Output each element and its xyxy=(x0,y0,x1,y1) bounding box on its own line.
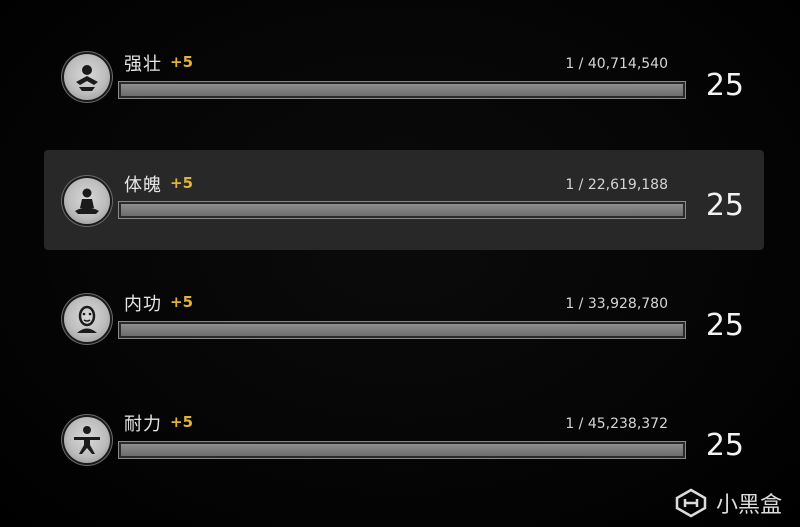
physique-meditation-icon xyxy=(64,178,110,224)
stat-progress-text: 1 / 45,238,372 xyxy=(565,416,668,432)
xiaoheihe-logo-icon xyxy=(675,488,707,518)
stat-name: 体魄 xyxy=(124,175,162,196)
stat-row-inner-power[interactable]: 内功 +5 1 / 33,928,780 25 xyxy=(44,270,764,370)
endurance-stance-icon xyxy=(64,417,110,463)
stat-row-physique[interactable]: 体魄 +5 1 / 22,619,188 25 xyxy=(44,150,764,250)
stat-name: 内功 xyxy=(124,294,162,315)
stat-bonus: +5 xyxy=(170,413,194,431)
stat-bonus: +5 xyxy=(170,293,194,311)
stat-row-endurance[interactable]: 耐力 +5 1 / 45,238,372 25 xyxy=(44,390,764,490)
stat-progress-bar xyxy=(118,321,686,339)
stat-level: 25 xyxy=(705,428,744,463)
stat-bonus: +5 xyxy=(170,53,194,71)
inner-power-face-icon xyxy=(64,296,110,342)
stat-progress-fill xyxy=(121,84,683,96)
watermark-text: 小黑盒 xyxy=(715,493,782,518)
watermark: 小黑盒 xyxy=(674,487,782,519)
stat-name: 耐力 xyxy=(124,414,162,435)
stat-progress-text: 1 / 33,928,780 xyxy=(565,296,668,312)
stat-bonus: +5 xyxy=(170,174,194,192)
stat-progress-bar xyxy=(118,81,686,99)
stat-name: 强壮 xyxy=(124,54,162,75)
stat-progress-fill xyxy=(121,204,683,216)
stat-progress-fill xyxy=(121,324,683,336)
stat-progress-bar xyxy=(118,441,686,459)
stat-level: 25 xyxy=(705,68,744,103)
stat-progress-text: 1 / 40,714,540 xyxy=(565,56,668,72)
stat-row-strength[interactable]: 强壮 +5 1 / 40,714,540 25 xyxy=(44,30,764,130)
strength-icon xyxy=(64,54,110,100)
stat-progress-bar xyxy=(118,201,686,219)
stat-progress-fill xyxy=(121,444,683,456)
stat-progress-text: 1 / 22,619,188 xyxy=(565,177,668,193)
stat-level: 25 xyxy=(705,188,744,223)
stat-level: 25 xyxy=(705,308,744,343)
